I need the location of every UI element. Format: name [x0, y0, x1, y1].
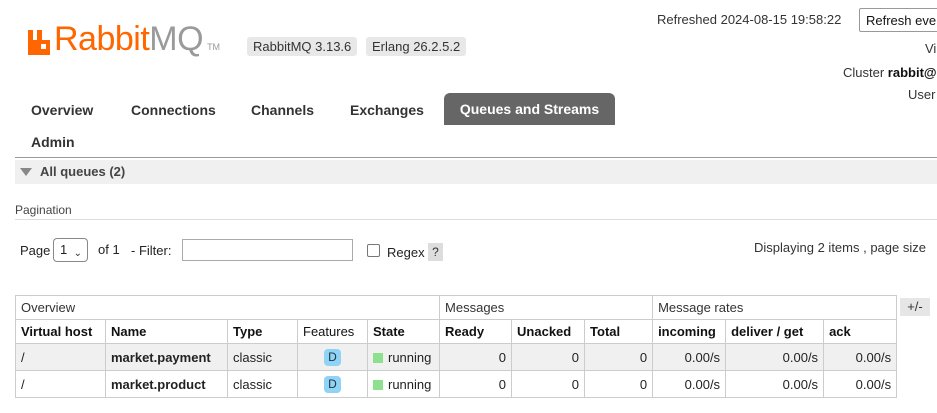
col-total[interactable]: Total [584, 319, 654, 344]
group-message-rates: Message rates [652, 295, 898, 320]
total-cell: 0 [584, 370, 654, 398]
type-cell: classic [227, 370, 298, 398]
regex-help-button[interactable]: ? [428, 243, 443, 261]
tab-admin[interactable]: Admin [31, 134, 75, 150]
rabbitmq-logo[interactable]: RabbitMQ TM [26, 14, 220, 56]
unacked-cell: 0 [511, 343, 586, 371]
columns-toggle-button[interactable]: +/- [900, 298, 930, 316]
page-select[interactable]: 1 ⌄ [53, 238, 88, 262]
col-features: Features [297, 319, 368, 344]
column-group-header: Overview Messages Message rates [14, 295, 898, 320]
erlang-version-badge: Erlang 26.2.5.2 [366, 37, 467, 56]
refreshed-timestamp: Refreshed 2024-08-15 19:58:22 [657, 12, 842, 27]
incoming-cell: 0.00/s [652, 370, 727, 398]
tab-overview[interactable]: Overview [31, 102, 93, 118]
col-unacked[interactable]: Unacked [511, 319, 586, 344]
col-incoming[interactable]: incoming [652, 319, 727, 344]
col-name[interactable]: Name [105, 319, 228, 344]
queue-name-link[interactable]: market.payment [105, 343, 228, 371]
col-type[interactable]: Type [227, 319, 298, 344]
ready-cell: 0 [439, 343, 513, 371]
deliver-get-cell: 0.00/s [725, 343, 825, 371]
running-status-icon [373, 352, 383, 363]
tab-connections[interactable]: Connections [131, 102, 216, 118]
logo-wordmark: RabbitMQ [54, 20, 204, 58]
ready-cell: 0 [439, 370, 513, 398]
page-label: Page [20, 243, 51, 258]
rabbitmq-logo-icon [26, 28, 52, 56]
page-count-label: of 1 [98, 242, 120, 257]
state-text: running [388, 376, 432, 392]
logo-trademark: TM [207, 42, 221, 52]
ack-cell: 0.00/s [823, 343, 898, 371]
tab-divider [15, 157, 937, 158]
durable-badge: D [324, 348, 341, 366]
state-cell: running [366, 370, 441, 398]
vhost-cell: / [15, 343, 106, 371]
tab-exchanges[interactable]: Exchanges [350, 102, 424, 118]
cluster-label: Cluster [843, 65, 888, 80]
page-select-value: 1 [60, 242, 68, 257]
queue-name-link[interactable]: market.product [105, 370, 228, 398]
virtual-host-label: Vi [925, 41, 937, 56]
features-cell: D [297, 370, 368, 398]
filter-label: - Filter: [131, 243, 172, 258]
col-ack[interactable]: ack [823, 319, 898, 344]
cluster-info: Cluster rabbit@ [843, 65, 937, 80]
tab-queues-and-streams[interactable]: Queues and Streams [444, 93, 615, 125]
cluster-name: rabbit@ [887, 65, 937, 80]
all-queues-section-header[interactable] [15, 160, 937, 184]
col-deliver-get[interactable]: deliver / get [725, 319, 825, 344]
all-queues-title[interactable]: All queues (2) [40, 164, 125, 179]
state-text: running [388, 349, 432, 365]
deliver-get-cell: 0.00/s [725, 370, 825, 398]
rabbitmq-version-badge: RabbitMQ 3.13.6 [247, 37, 358, 56]
unacked-cell: 0 [511, 370, 586, 398]
queues-table: Overview Messages Message rates Virtual … [14, 295, 898, 398]
column-header-row: Virtual host Name Type Features State Re… [15, 319, 898, 344]
state-cell: running [366, 343, 441, 371]
col-ready[interactable]: Ready [439, 319, 513, 344]
user-label: User [908, 87, 936, 102]
col-state[interactable]: State [366, 319, 441, 344]
durable-badge: D [324, 375, 341, 393]
regex-checkbox[interactable] [367, 244, 380, 257]
ack-cell: 0.00/s [823, 370, 898, 398]
vhost-cell: / [15, 370, 106, 398]
group-overview: Overview [14, 295, 441, 320]
filter-input[interactable] [182, 239, 353, 261]
pagination-label: Pagination [15, 203, 72, 217]
regex-label: Regex [387, 245, 425, 260]
table-row[interactable]: / market.product classic D running 0 0 0… [15, 370, 898, 398]
table-row[interactable]: / market.payment classic D running 0 0 0… [15, 343, 898, 371]
pagination-divider [15, 219, 937, 220]
running-status-icon [373, 379, 383, 390]
displaying-items-text: Displaying 2 items , page size [754, 240, 926, 255]
chevron-down-icon: ⌄ [73, 248, 82, 259]
total-cell: 0 [584, 343, 654, 371]
type-cell: classic [227, 343, 298, 371]
tab-channels[interactable]: Channels [251, 102, 314, 118]
refresh-select[interactable]: Refresh eve [859, 8, 937, 32]
group-messages: Messages [439, 295, 654, 320]
features-cell: D [297, 343, 368, 371]
incoming-cell: 0.00/s [652, 343, 727, 371]
col-virtual-host[interactable]: Virtual host [15, 319, 106, 344]
collapse-triangle-icon[interactable] [20, 168, 32, 176]
